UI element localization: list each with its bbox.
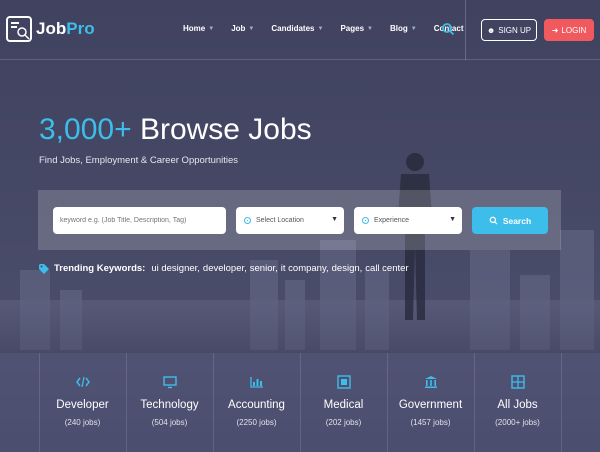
trending-keyword[interactable]: senior, <box>250 263 278 274</box>
bar-chart-icon <box>249 377 263 388</box>
nav-item-label: Pages <box>340 24 365 33</box>
header-divider <box>465 0 466 60</box>
hero-job-count: 3,000+ <box>39 113 132 146</box>
grid-icon <box>510 375 525 389</box>
hero-title-text: Browse Jobs <box>139 113 312 146</box>
sign-up-label: SIGN UP <box>498 25 532 35</box>
nav-item-candidates[interactable]: Candidates ▼ <box>271 24 323 33</box>
location-pin-icon <box>244 217 251 224</box>
chevron-down-icon: ▼ <box>449 216 456 223</box>
nav-item-pages[interactable]: Pages ▼ <box>340 24 373 33</box>
user-icon: ☻ <box>486 25 496 35</box>
nav-item-label: Job <box>231 24 246 33</box>
category-accounting[interactable]: Accounting (2250 jobs) <box>213 353 300 452</box>
experience-icon <box>362 217 369 224</box>
tag-icon <box>39 263 49 274</box>
nav-item-label: Home <box>183 24 206 33</box>
floor-reflection <box>0 300 600 355</box>
category-name: Developer <box>56 399 109 411</box>
trending-keyword[interactable]: it company, <box>281 263 329 274</box>
code-icon <box>75 376 90 388</box>
location-select-value: Select Location <box>256 217 304 224</box>
logo-mark-icon <box>6 16 32 42</box>
category-name: All Jobs <box>497 399 538 411</box>
trending-keywords: Trending Keywords: ui designer, develope… <box>39 263 412 274</box>
chevron-down-icon: ▼ <box>208 25 215 32</box>
category-name: Accounting <box>228 399 285 411</box>
search-icon[interactable] <box>441 22 455 36</box>
sign-up-button[interactable]: ☻ SIGN UP <box>481 19 537 41</box>
category-count: (2000+ jobs) <box>495 418 540 427</box>
experience-select-value: Experience <box>374 217 410 224</box>
chevron-down-icon: ▼ <box>248 25 255 32</box>
category-medical[interactable]: Medical (202 jobs) <box>300 353 387 452</box>
search-icon <box>489 216 498 225</box>
nav-item-label: Candidates <box>271 24 315 33</box>
category-technology[interactable]: Technology (504 jobs) <box>126 353 213 452</box>
brand-name-part1: Job <box>36 19 67 38</box>
brand-logo[interactable]: JobPro <box>6 16 95 42</box>
chevron-down-icon: ▼ <box>410 25 417 32</box>
trending-label: Trending Keywords: <box>54 263 146 274</box>
search-button-label: Search <box>502 215 532 226</box>
trending-keyword[interactable]: ui designer, <box>151 263 200 274</box>
medical-icon <box>336 375 351 389</box>
category-count: (2250 jobs) <box>236 418 277 427</box>
category-count: (240 jobs) <box>64 418 101 427</box>
monitor-icon <box>162 376 177 389</box>
login-label: LOGIN <box>561 25 587 35</box>
chevron-down-icon: ▼ <box>331 216 338 223</box>
chevron-down-icon: ▼ <box>317 25 324 32</box>
nav-item-job[interactable]: Job ▼ <box>231 24 254 33</box>
category-name: Technology <box>140 399 199 411</box>
trending-keyword[interactable]: developer, <box>203 263 247 274</box>
login-icon: ➜ <box>551 25 559 35</box>
brand-name: JobPro <box>36 19 95 39</box>
category-government[interactable]: Government (1457 jobs) <box>387 353 474 452</box>
category-count: (504 jobs) <box>151 418 188 427</box>
brand-name-part2: Pro <box>66 19 95 38</box>
main-nav: Home ▼ Job ▼ Candidates ▼ Pages ▼ Blog ▼ Cont… <box>183 24 481 33</box>
hero-title: 3,000+ Browse Jobs <box>39 113 312 147</box>
category-count: (1457 jobs) <box>410 418 451 427</box>
category-name: Medical <box>323 399 364 411</box>
nav-item-blog[interactable]: Blog ▼ <box>390 24 417 33</box>
top-header: JobPro Home ▼ Job ▼ Candidates ▼ Pages ▼ Blo… <box>0 0 600 60</box>
nav-item-home[interactable]: Home ▼ <box>183 24 214 33</box>
category-count: (202 jobs) <box>325 418 362 427</box>
chevron-down-icon: ▼ <box>367 25 373 32</box>
keyword-input[interactable] <box>53 207 226 234</box>
trending-keyword[interactable]: call center <box>365 263 408 274</box>
nav-item-label: Blog <box>389 24 408 33</box>
experience-select[interactable]: Experience ▼ <box>354 207 462 234</box>
category-divider <box>561 353 562 452</box>
login-button[interactable]: ➜ LOGIN <box>544 19 594 41</box>
category-name: Government <box>398 399 463 411</box>
category-developer[interactable]: Developer (240 jobs) <box>39 353 126 452</box>
hero-subtitle: Find Jobs, Employment & Career Opportuni… <box>39 155 239 166</box>
search-button[interactable]: Search <box>472 207 548 234</box>
trending-keyword[interactable]: design, <box>332 263 363 274</box>
location-select[interactable]: Select Location ▼ <box>236 207 344 234</box>
institution-icon <box>424 376 437 388</box>
category-all-jobs[interactable]: All Jobs (2000+ jobs) <box>474 353 561 452</box>
